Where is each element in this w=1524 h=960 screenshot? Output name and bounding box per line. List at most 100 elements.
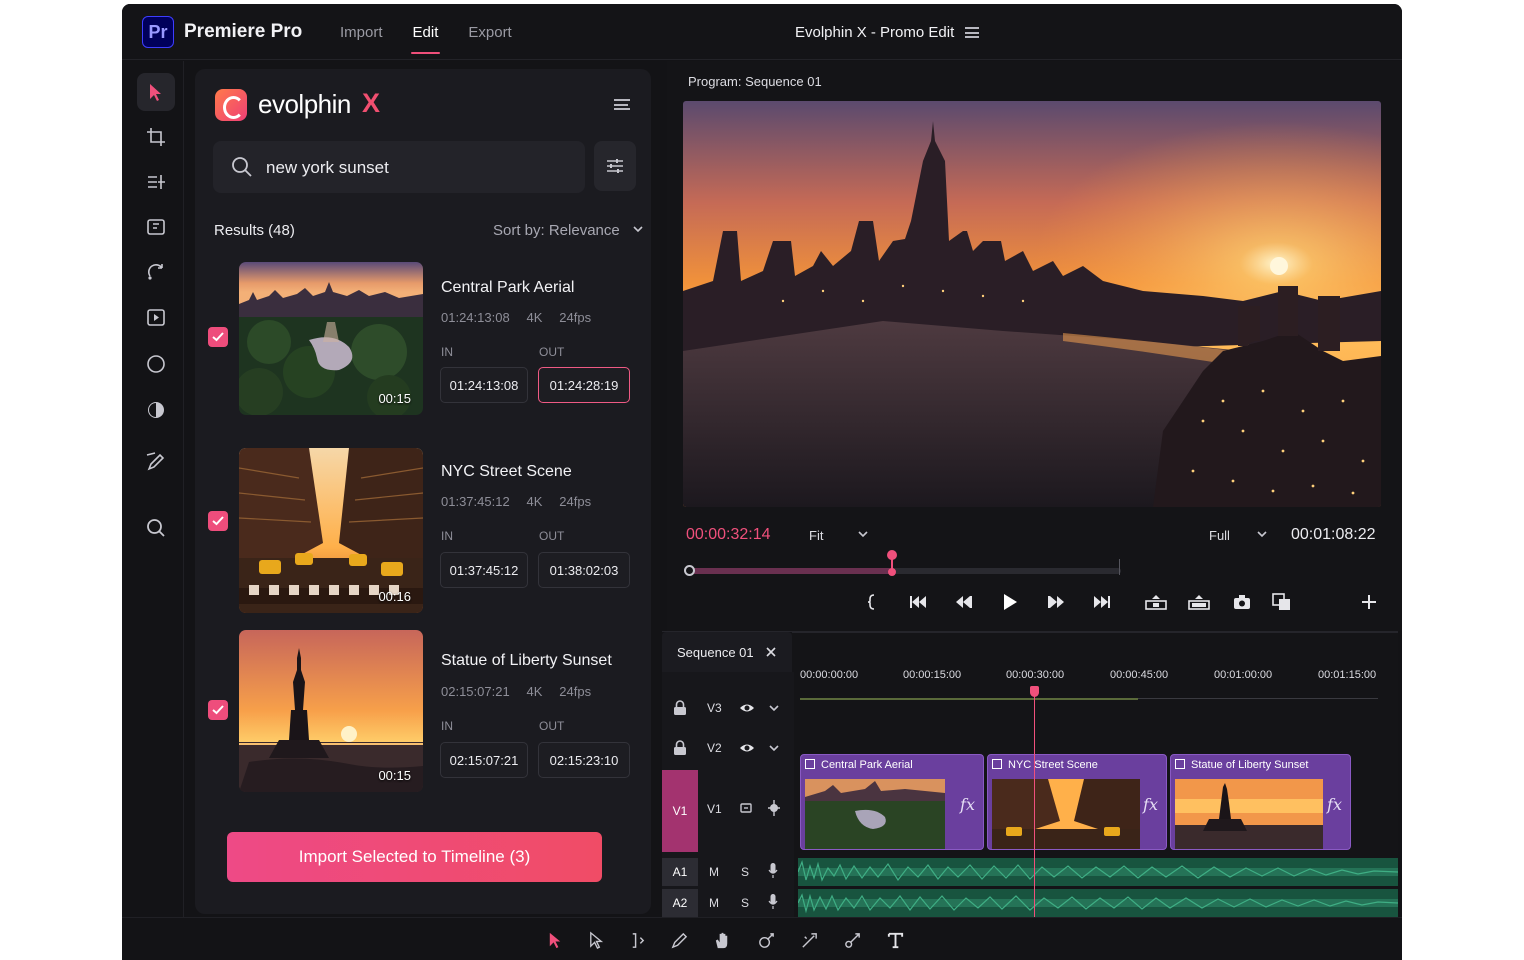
scrubber-playhead[interactable] [887,550,897,577]
lift-button[interactable] [1143,589,1169,615]
step-back-button[interactable] [951,589,977,615]
lock-icon[interactable] [673,700,687,716]
go-to-out-button[interactable] [1089,589,1115,615]
target-icon[interactable] [767,800,781,816]
timeline-playhead-handle[interactable] [1030,686,1039,697]
monitor-scrubber[interactable] [684,550,1121,576]
pen-tool-button[interactable] [137,443,175,481]
ripple-edit-button[interactable] [625,928,649,952]
sort-dropdown[interactable]: Sort by: Relevance [493,222,644,239]
timeline-clip[interactable]: Statue of Liberty Sunset fx [1170,754,1351,850]
sequence-tab-label: Sequence 01 [677,645,754,660]
zoom-tool-button[interactable] [137,509,175,547]
comparison-view-button[interactable] [1269,589,1295,615]
tab-export[interactable]: Export [468,24,511,41]
result-card[interactable]: 00:15 Central Park Aerial 01:24:13:08 4K… [195,259,651,429]
ripple-edit-tool-button[interactable] [137,208,175,246]
sync-lock-icon[interactable] [739,801,753,815]
mute-button[interactable]: M [709,896,719,910]
timeline-clip[interactable]: NYC Street Scene fx [987,754,1167,850]
out-point-field[interactable]: 01:38:02:03 [538,552,630,588]
eye-icon[interactable] [739,742,755,754]
filter-button[interactable] [594,141,636,191]
play-button[interactable] [997,589,1023,615]
timeline-playhead-line [1034,686,1035,918]
close-icon[interactable] [766,647,776,657]
eye-icon[interactable] [739,702,755,714]
tab-sequence-01[interactable]: Sequence 01 [662,632,792,672]
type-tool-button[interactable] [883,928,907,952]
microphone-icon[interactable] [768,894,778,910]
result-fps: 24fps [559,684,592,699]
tab-import[interactable]: Import [340,24,383,41]
zoom-select[interactable]: Fit [809,528,869,543]
solo-button[interactable]: S [741,896,749,910]
chevron-down-icon [858,531,868,538]
mute-button[interactable]: M [709,865,719,879]
track-label: V2 [707,741,722,755]
crop-tool-button[interactable] [137,118,175,156]
selection-tool-button[interactable] [137,73,175,111]
ruler-tick: 00:00:15:00 [903,669,962,681]
source-patch-v1[interactable]: V1 [662,770,698,852]
remix-tool-button[interactable] [754,928,778,952]
slide-tool-button[interactable] [797,928,821,952]
result-card[interactable]: 00:16 NYC Street Scene 01:37:45:12 4K 24… [195,444,651,614]
sort-label: Sort by: Relevance [493,222,620,239]
step-forward-button[interactable] [1043,589,1069,615]
evolphin-panel: evolphin X new york sunset Results (48) … [195,69,651,914]
chevron-down-icon[interactable] [769,744,779,752]
timeline-clip[interactable]: Central Park Aerial fx [800,754,984,850]
microphone-icon[interactable] [768,863,778,879]
result-thumbnail[interactable]: 00:15 [239,262,423,415]
in-point-field[interactable]: 02:15:07:21 [440,742,528,778]
result-thumbnail[interactable]: 00:15 [239,630,423,792]
export-frame-button[interactable] [1229,589,1255,615]
button-editor-button[interactable] [1356,589,1382,615]
result-title: Statue of Liberty Sunset [441,652,612,669]
audio-track-label[interactable]: A2 [662,889,698,917]
result-card[interactable]: 00:15 Statue of Liberty Sunset 02:15:07:… [195,629,651,799]
scrubber-in-handle[interactable] [684,565,695,576]
out-label: OUT [539,719,565,733]
tab-edit[interactable]: Edit [410,24,441,54]
razor-tool-button[interactable] [137,345,175,383]
selection-tool-button[interactable] [543,928,567,952]
audio-track-label[interactable]: A1 [662,858,698,886]
search-input[interactable]: new york sunset [213,141,585,193]
extract-button[interactable] [1186,589,1212,615]
in-point-field[interactable]: 01:37:45:12 [440,552,528,588]
work-area-bar[interactable] [800,698,1138,700]
track-select-forward-button[interactable] [584,928,608,952]
chevron-down-icon[interactable] [769,704,779,712]
slip-tool-button[interactable] [137,391,175,429]
result-thumbnail[interactable]: 00:16 [239,448,423,613]
out-point-field[interactable]: 02:15:23:10 [538,742,630,778]
result-checkbox[interactable] [208,327,228,347]
pen-button[interactable] [667,928,691,952]
panel-menu-icon[interactable] [614,99,630,110]
project-menu-icon[interactable] [965,27,979,38]
out-point-field[interactable]: 01:24:28:19 [538,367,630,403]
result-checkbox[interactable] [208,511,228,531]
lock-icon[interactable] [673,740,687,756]
rate-stretch-tool-button[interactable] [137,298,175,336]
razor-button[interactable] [840,928,864,952]
track-select-tool-button[interactable] [137,163,175,201]
quality-select[interactable]: Full [1209,528,1268,543]
go-to-in-button[interactable] [905,589,931,615]
current-timecode[interactable]: 00:00:32:14 [686,526,771,544]
ripple-edit-icon [147,219,165,235]
import-selected-button[interactable]: Import Selected to Timeline (3) [227,832,602,882]
solo-button[interactable]: S [741,865,749,879]
in-point-field[interactable]: 01:24:13:08 [440,367,528,403]
in-label: IN [441,529,453,543]
rolling-edit-tool-button[interactable] [137,253,175,291]
result-checkbox[interactable] [208,700,228,720]
mark-in-button[interactable] [859,589,885,615]
audio-clip-a2[interactable] [798,889,1398,917]
hand-tool-button[interactable] [710,928,734,952]
audio-clip-a1[interactable] [798,858,1398,886]
track-header-a2: A2 M S [662,889,794,917]
program-viewer[interactable] [683,101,1381,507]
